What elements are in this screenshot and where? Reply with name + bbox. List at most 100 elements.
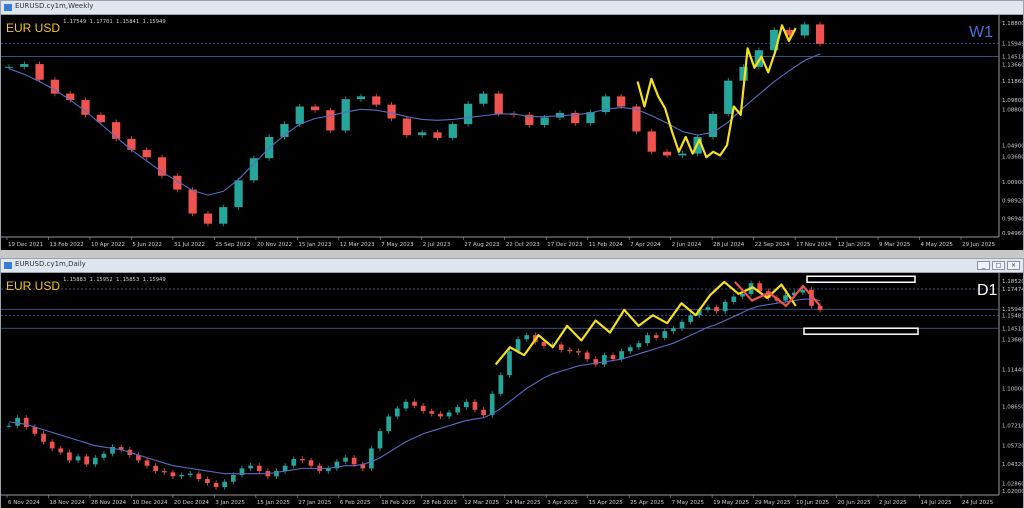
candle-body: [463, 103, 473, 125]
time-tick-label: 15 Jan 2025: [257, 500, 290, 506]
candle-body: [576, 351, 581, 353]
daily-chart[interactable]: 1.15883 1.15952 1.15853 1.15949 1.18520 1.…: [1, 273, 1023, 508]
time-tick-label: 7 May 2025: [672, 500, 705, 506]
weekly-chart-window[interactable]: EURUSD.cy1m,Weekly 1.17549 1.17701 1.158…: [0, 0, 1024, 250]
candle-body: [671, 328, 676, 332]
candle-body: [498, 375, 504, 394]
time-tick-label: 15 Apr 2025: [589, 500, 624, 506]
candle-body: [248, 465, 253, 469]
candle-body: [372, 96, 381, 105]
price-tick-label: 1.00900: [1002, 180, 1023, 186]
price-tick-label: 1.18800: [1002, 21, 1023, 27]
candle-body: [291, 459, 297, 466]
time-tick-label: 20 Jun 2025: [838, 500, 872, 506]
time-tick-label: 2 Jun 2024: [672, 242, 702, 248]
price-tick-label: 1.03680: [1002, 155, 1023, 161]
daily-window-title: EURUSD.cy1m,Daily: [15, 260, 86, 268]
candle-body: [688, 315, 694, 322]
candle-body: [356, 96, 366, 100]
candle-body: [584, 352, 590, 360]
weekly-chart[interactable]: 1.17549 1.17701 1.15841 1.15949 1.18800 1.…: [1, 15, 1023, 250]
time-tick-label: 25 Sep 2022: [215, 242, 250, 248]
time-tick-label: 18 Nov 2024: [49, 500, 85, 506]
candle-body: [230, 475, 236, 482]
time-tick-label: 10 Apr 2022: [91, 242, 125, 248]
candle-body: [377, 431, 383, 449]
daily-title-bar[interactable]: EURUSD.cy1m,Daily _ □ ×: [1, 259, 1023, 273]
time-tick-label: 17 Dec 2023: [547, 242, 583, 248]
time-tick-label: 28 Feb 2025: [423, 500, 458, 506]
price-tick-label: 1.15481: [1002, 313, 1023, 319]
chart-window-icon: [4, 4, 12, 11]
price-tick-label: 1.05720: [1002, 443, 1023, 449]
candle-body: [438, 413, 443, 417]
candle-body: [662, 331, 668, 338]
candle-body: [157, 157, 167, 176]
candle-body: [188, 189, 197, 214]
time-tick-label: 31 Jul 2022: [174, 242, 205, 248]
price-tick-label: 0.96940: [1002, 217, 1023, 223]
candle-body: [196, 473, 202, 480]
chart-background: [1, 15, 1023, 250]
price-tick-label: 1.15949: [1002, 307, 1023, 313]
price-tick-label: 1.18520: [1002, 279, 1023, 285]
candle-body: [617, 96, 626, 107]
candle-body: [540, 117, 549, 125]
candle-body: [92, 457, 98, 465]
candle-body: [20, 64, 29, 67]
candle-body: [429, 411, 435, 414]
time-tick-label: 12 Jan 2025: [838, 242, 871, 248]
candle-body: [84, 456, 90, 465]
chart-background: [1, 273, 1023, 508]
time-tick-label: 17 Nov 2024: [796, 242, 832, 248]
candle-body: [144, 460, 150, 466]
time-tick-label: 3 Apr 2025: [547, 500, 578, 506]
candle-body: [23, 417, 29, 428]
candle-body: [153, 465, 159, 472]
chart-window-icon: [4, 262, 12, 269]
time-tick-label: 29 Jun 2025: [962, 242, 996, 248]
candle-body: [524, 335, 530, 340]
time-tick-label: 7 May 2023: [381, 242, 414, 248]
candle-body: [448, 124, 457, 138]
close-button[interactable]: ×: [1007, 261, 1020, 270]
daily-chart-window[interactable]: EURUSD.cy1m,Daily _ □ × 1.15883 1.15952 …: [0, 258, 1024, 508]
weekly-title-bar[interactable]: EURUSD.cy1m,Weekly: [1, 1, 1023, 15]
candle-body: [678, 153, 687, 156]
time-tick-label: 14 Jul 2025: [921, 500, 953, 506]
candle-body: [161, 471, 167, 473]
price-tick-label: 1.08650: [1002, 404, 1023, 410]
candle-body: [463, 401, 469, 408]
candle-body: [6, 425, 12, 427]
candle-body: [222, 481, 228, 488]
time-tick-label: 10 Dec 2024: [132, 500, 168, 506]
time-tick-label: 19 Dec 2021: [8, 242, 43, 248]
candle-body: [724, 80, 733, 114]
time-tick-label: 10 Jun 2025: [796, 500, 830, 506]
price-tick-label: 1.10000: [1002, 386, 1023, 392]
price-tick-label: 0.98920: [1002, 198, 1023, 204]
price-tick-label: 1.14518: [1002, 55, 1023, 61]
candle-body: [653, 335, 659, 338]
candle-body: [67, 452, 72, 461]
maximize-button[interactable]: □: [992, 261, 1005, 270]
candle-body: [310, 106, 320, 111]
price-tick-label: 1.11860: [1002, 79, 1023, 85]
time-tick-label: 5 Jun 2022: [132, 242, 162, 248]
candle-body: [75, 456, 81, 461]
candle-body: [256, 465, 262, 472]
time-tick-label: 12 Mar 2025: [464, 500, 499, 506]
candle-body: [662, 151, 672, 156]
time-tick-label: 27 Jan 2025: [298, 500, 331, 506]
window-splitter[interactable]: [0, 250, 1024, 258]
time-tick-label: 9 Mar 2025: [879, 242, 911, 248]
candle-body: [412, 401, 417, 406]
time-tick-label: 15 Jan 2023: [298, 242, 331, 248]
candle-body: [394, 408, 400, 417]
ohlc-readout: 1.17549 1.17701 1.15841 1.15949: [63, 19, 166, 25]
price-tick-label: 1.04900: [1002, 143, 1023, 149]
price-tick-label: 1.02860: [1002, 482, 1023, 488]
candle-body: [515, 339, 521, 352]
minimize-button[interactable]: _: [977, 261, 990, 270]
candle-body: [35, 64, 44, 80]
